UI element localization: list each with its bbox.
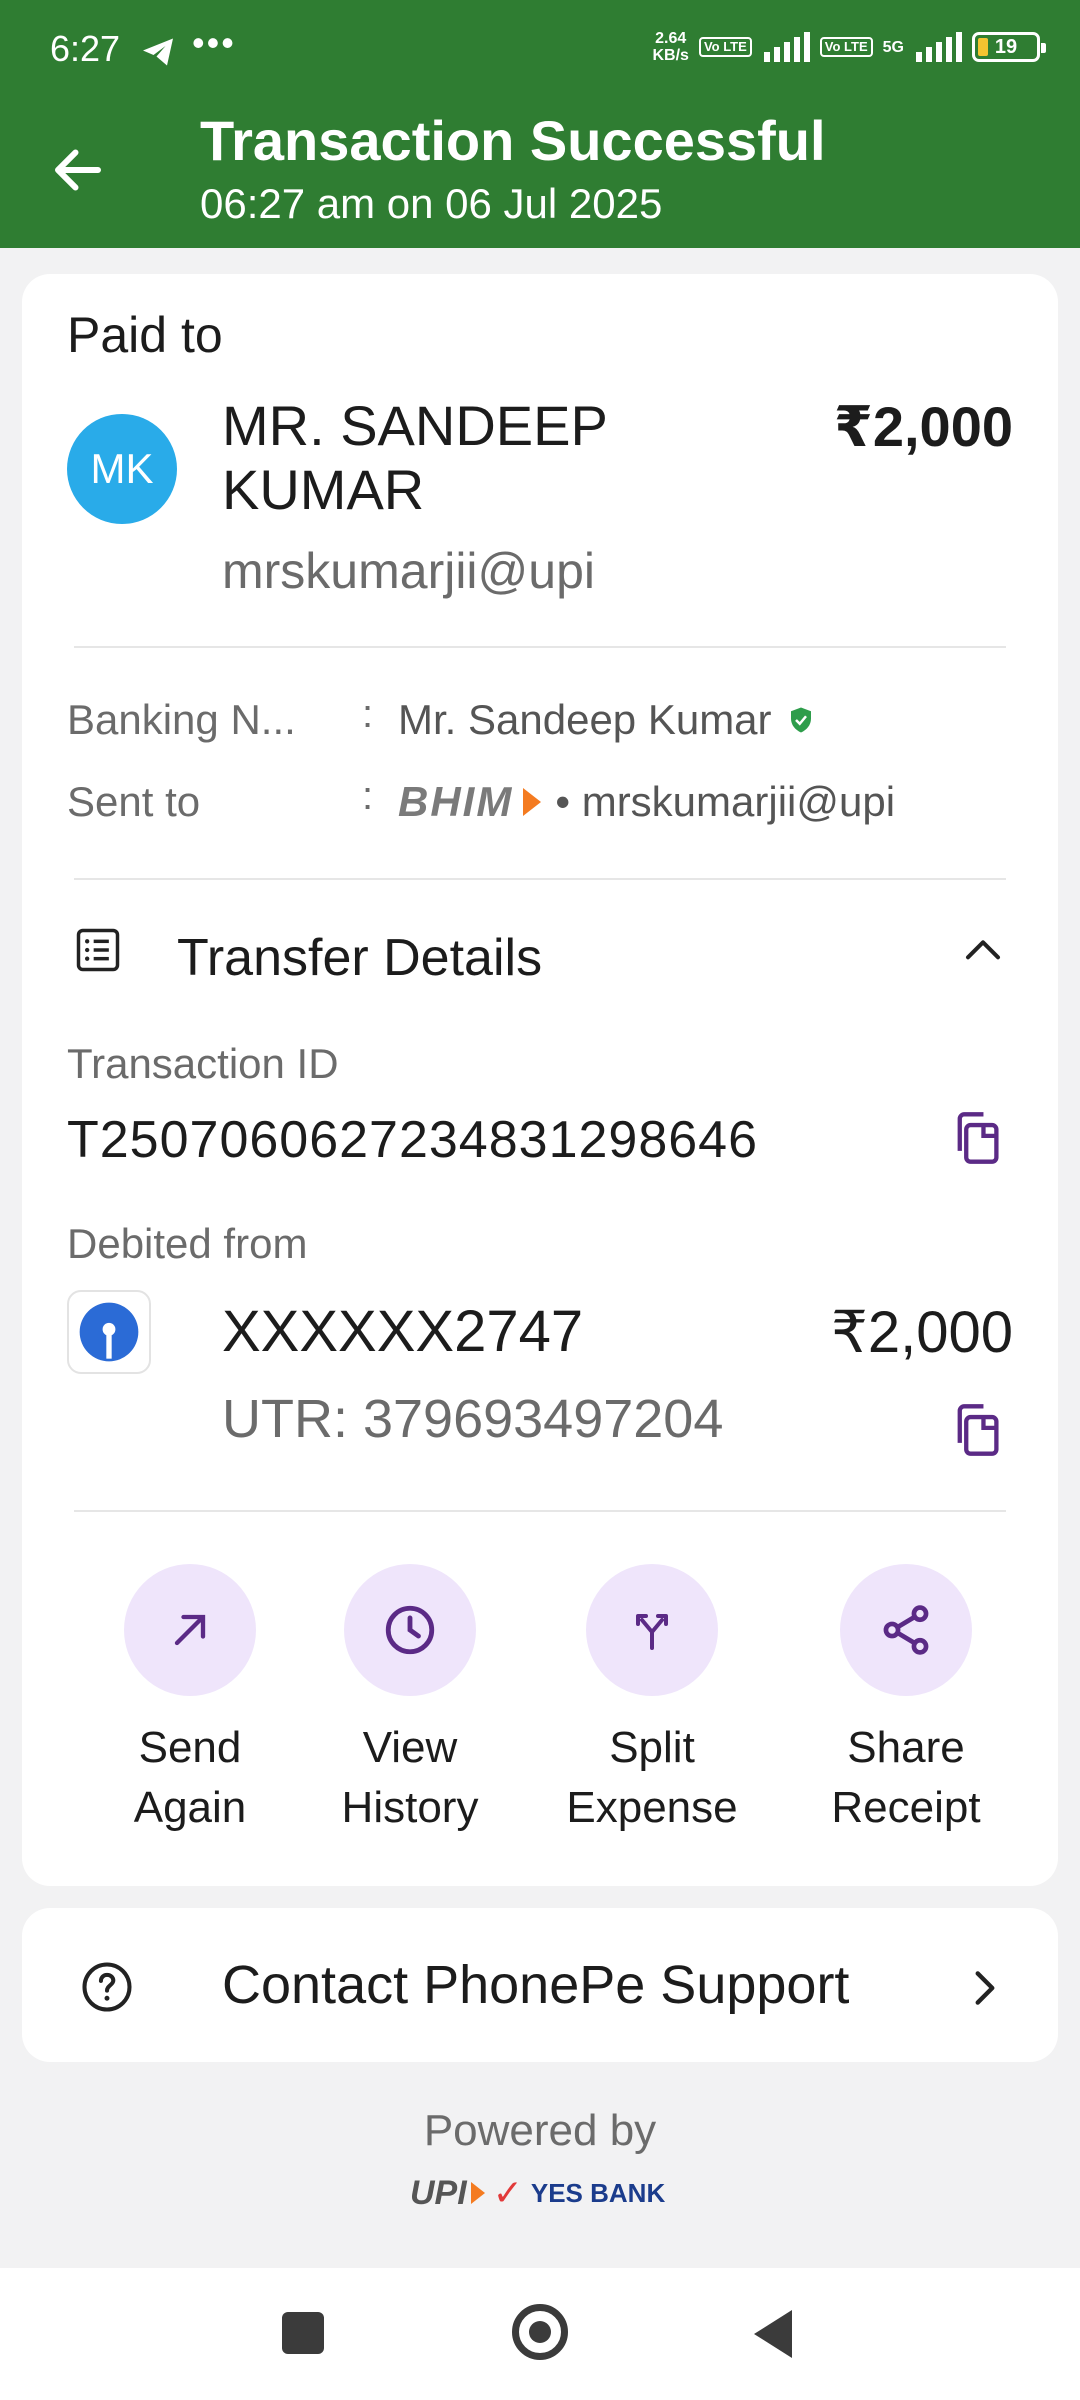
battery-icon: 19 bbox=[972, 32, 1046, 62]
yes-bank-check-icon: ✓ bbox=[492, 2172, 523, 2213]
page-title: Transaction Successful bbox=[200, 109, 826, 172]
powered-by-label: Powered by bbox=[423, 2106, 657, 2155]
colon: : bbox=[362, 692, 374, 736]
chevron-up-icon[interactable] bbox=[963, 934, 1003, 964]
help-circle-icon bbox=[82, 1962, 132, 2012]
recent-apps-icon[interactable] bbox=[282, 2312, 324, 2354]
sbi-bank-logo-icon bbox=[67, 1290, 151, 1374]
action-label: Share Receipt bbox=[831, 1723, 981, 1832]
network-speed: 2.64 KB/s bbox=[652, 30, 689, 64]
debited-from-label: Debited from bbox=[67, 1220, 308, 1267]
status-icons: 2.64 KB/s Vo LTE Vo LTE 5G 19 bbox=[652, 30, 1046, 64]
upi-logo: UPI bbox=[410, 2173, 467, 2212]
receipt-list-icon bbox=[76, 928, 120, 972]
volte-icon-2: Vo LTE bbox=[819, 37, 873, 57]
avatar: MK bbox=[67, 414, 177, 524]
network-type: 5G bbox=[882, 38, 904, 56]
copy-transaction-id-icon[interactable] bbox=[951, 1110, 1003, 1166]
status-time: 6:27 bbox=[50, 28, 121, 69]
divider bbox=[74, 646, 1006, 648]
home-icon[interactable] bbox=[512, 2304, 568, 2360]
action-label: View History bbox=[341, 1723, 479, 1832]
divider bbox=[74, 878, 1006, 880]
status-bar: 6:27 ••• 2.64 KB/s Vo LTE Vo LTE 5G 19 bbox=[0, 0, 1080, 100]
upi-flag-icon bbox=[470, 2182, 485, 2204]
utr-number: UTR: 379693497204 bbox=[222, 1389, 724, 1449]
bhim-flag-icon bbox=[523, 788, 542, 816]
telegram-icon bbox=[143, 38, 173, 66]
transfer-details-title[interactable]: Transfer Details bbox=[177, 928, 542, 988]
banking-name-value: Mr. Sandeep Kumar bbox=[398, 696, 816, 744]
bhim-logo: BHIM bbox=[398, 778, 514, 825]
contact-support-button[interactable]: Contact PhonePe Support bbox=[22, 1908, 1058, 2062]
header: 6:27 ••• 2.64 KB/s Vo LTE Vo LTE 5G 19 T… bbox=[0, 0, 1080, 248]
sent-to-label: Sent to bbox=[67, 778, 201, 825]
chevron-right-icon bbox=[975, 1971, 995, 2005]
clock-icon bbox=[385, 1605, 435, 1655]
split-expense-button[interactable]: Split Expense bbox=[542, 1564, 762, 1838]
paid-to-label: Paid to bbox=[67, 307, 223, 363]
transaction-timestamp: 06:27 am on 06 Jul 2025 bbox=[200, 180, 663, 227]
sent-to-value: BHIM • mrskumarjii@upi bbox=[398, 778, 896, 825]
copy-utr-icon[interactable] bbox=[951, 1402, 1003, 1458]
payee-upi-id: mrskumarjii@upi bbox=[222, 543, 596, 599]
battery-level: 19 bbox=[994, 35, 1018, 58]
payee-name: MR. SANDEEP KUMAR bbox=[222, 394, 607, 521]
share-icon bbox=[883, 1605, 929, 1655]
send-again-button[interactable]: Send Again bbox=[80, 1564, 300, 1838]
system-nav-bar bbox=[0, 2268, 1080, 2400]
account-number: XXXXXX2747 bbox=[222, 1299, 584, 1364]
transaction-id-value: T2507060627234831298646 bbox=[67, 1111, 759, 1169]
action-label: Split Expense bbox=[566, 1723, 738, 1832]
colon: : bbox=[362, 774, 374, 818]
yes-bank-logo: YES BANK bbox=[530, 2177, 666, 2208]
partner-logos: UPI ✓ YES BANK bbox=[410, 2172, 665, 2214]
banking-name-label: Banking N... bbox=[67, 696, 296, 743]
signal-icon bbox=[763, 32, 810, 62]
back-triangle-icon[interactable] bbox=[754, 2310, 792, 2358]
split-icon bbox=[636, 1614, 668, 1650]
transaction-id-label: Transaction ID bbox=[67, 1040, 339, 1087]
view-history-button[interactable]: View History bbox=[300, 1564, 520, 1838]
debit-amount: ₹2,000 bbox=[830, 1300, 1013, 1365]
share-receipt-button[interactable]: Share Receipt bbox=[796, 1564, 1016, 1838]
back-arrow-icon[interactable] bbox=[48, 140, 108, 200]
transaction-card: Paid to MK MR. SANDEEP KUMAR mrskumarjii… bbox=[22, 274, 1058, 1886]
paid-amount: ₹2,000 bbox=[833, 395, 1013, 458]
contact-support-label: Contact PhonePe Support bbox=[222, 1955, 850, 2015]
send-arrow-icon bbox=[174, 1614, 206, 1646]
more-notifications-icon: ••• bbox=[192, 22, 236, 63]
signal-icon-2 bbox=[916, 32, 962, 62]
verified-shield-icon bbox=[790, 707, 811, 733]
volte-icon: Vo LTE bbox=[698, 37, 752, 57]
action-label: Send Again bbox=[133, 1723, 247, 1832]
divider bbox=[74, 1510, 1006, 1512]
